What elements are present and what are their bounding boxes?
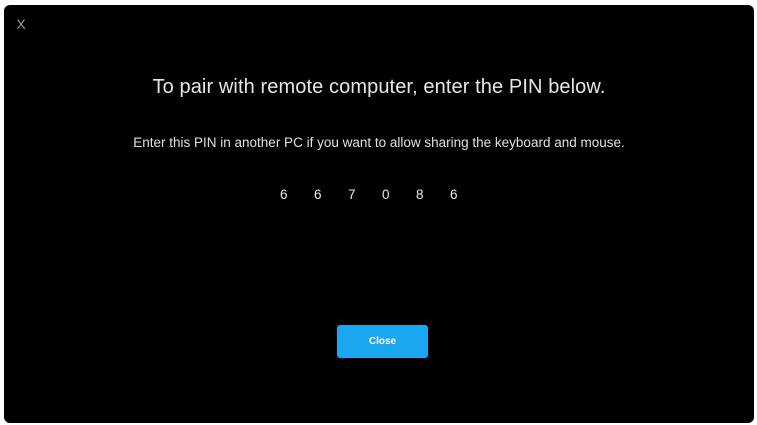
dialog-title: To pair with remote computer, enter the … bbox=[152, 76, 606, 98]
pin-digit: 6 bbox=[450, 187, 458, 202]
close-button[interactable]: Close bbox=[337, 325, 428, 358]
pin-digit: 6 bbox=[314, 187, 322, 202]
close-icon[interactable]: X bbox=[13, 16, 29, 32]
pin-digit: 6 bbox=[280, 187, 288, 202]
pairing-dialog: X To pair with remote computer, enter th… bbox=[4, 5, 754, 423]
pin-digit: 8 bbox=[416, 187, 424, 202]
pin-digit: 7 bbox=[348, 187, 356, 202]
pin-digit: 0 bbox=[382, 187, 390, 202]
dialog-subtitle: Enter this PIN in another PC if you want… bbox=[133, 135, 625, 150]
pin-code: 6 6 7 0 8 6 bbox=[280, 185, 484, 205]
